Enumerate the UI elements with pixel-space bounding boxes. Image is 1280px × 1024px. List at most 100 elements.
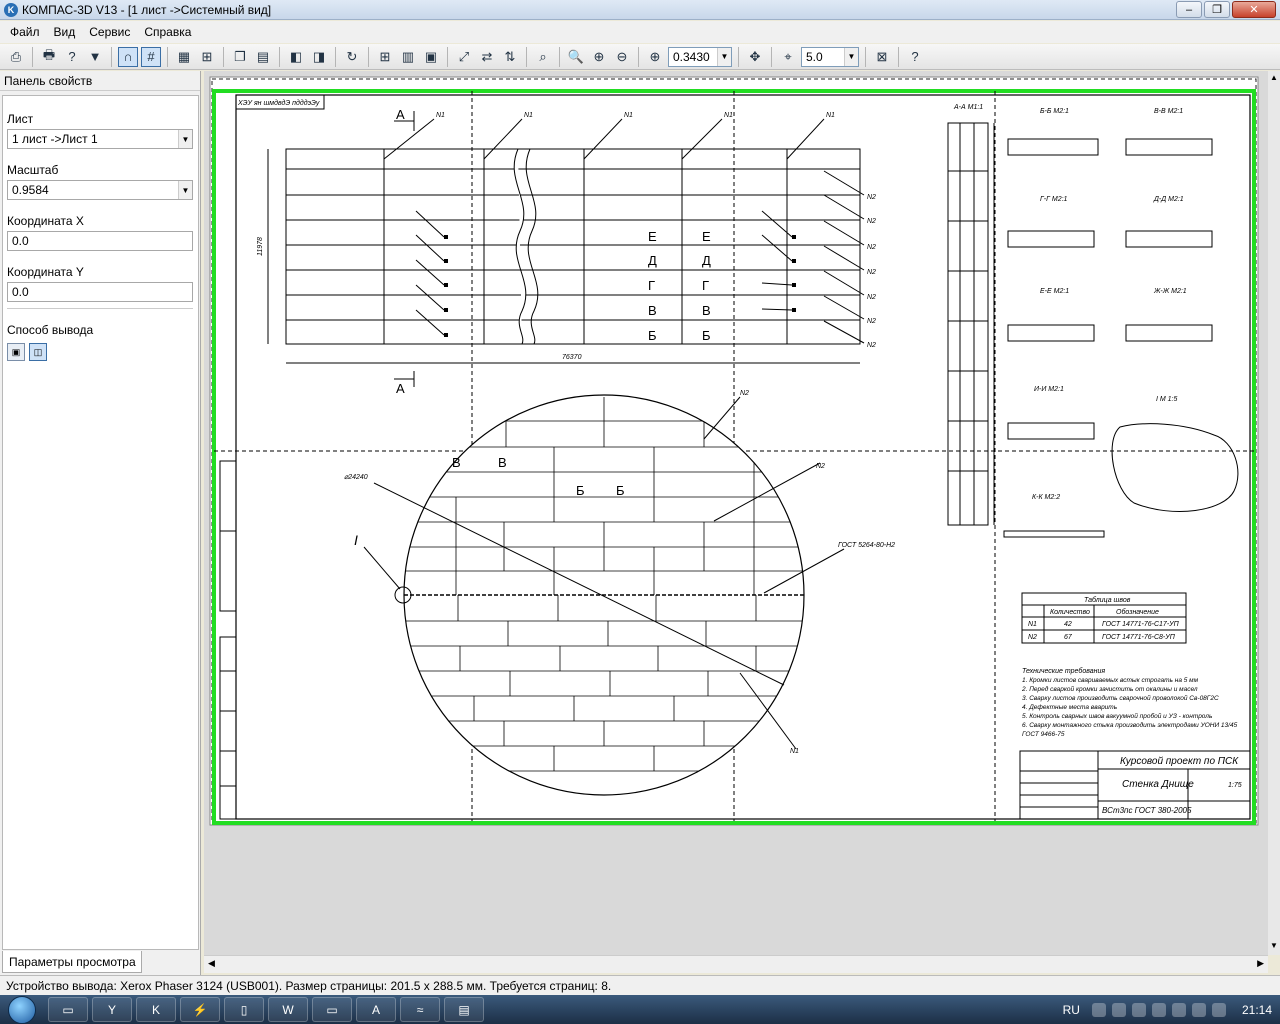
taskbar-app-icon[interactable]: ⚡ — [180, 997, 220, 1022]
network-icon[interactable] — [1171, 1002, 1186, 1017]
tile-icon[interactable]: ▥ — [398, 47, 418, 67]
zoom-in-icon[interactable]: ⊕ — [589, 47, 609, 67]
zoom-combo[interactable]: 0.3430 ▼ — [668, 46, 732, 67]
tray-icon[interactable] — [1091, 1002, 1106, 1017]
pan-icon[interactable]: ✥ — [745, 47, 765, 67]
snap-icon[interactable]: # — [141, 46, 161, 67]
output-mode-1-button[interactable]: ▣ — [7, 343, 25, 361]
taskbar-pdf-icon[interactable]: A — [356, 997, 396, 1022]
drawing-canvas[interactable]: ХЭУ ян шмдвдЭ пдддэЭу 76370 11978 А А N1… — [204, 71, 1268, 955]
taskbar-yandex-icon[interactable]: Y — [92, 997, 132, 1022]
view-params-tab[interactable]: Параметры просмотра — [2, 951, 142, 973]
close-button[interactable]: ✕ — [1232, 1, 1276, 18]
align-icon[interactable]: ⇅ — [500, 47, 520, 67]
zoom-window-icon[interactable]: ⌕ — [533, 47, 553, 67]
scroll-down-icon[interactable]: ▼ — [1269, 941, 1279, 950]
stamp-name: Стенка Днище — [1122, 779, 1194, 790]
zoom-out-icon[interactable]: ⊖ — [612, 47, 632, 67]
menu-view[interactable]: Вид — [54, 25, 76, 39]
magnet-icon[interactable]: ∩ — [118, 46, 138, 67]
chevron-down-icon[interactable]: ▼ — [717, 47, 731, 66]
toolbar: ⎙ 🖶 ? ▼ ∩ # ▦ ⊞ ❐ ▤ ◧ ◨ ↻ ⊞ ▥ ▣ ⤢ ⇄ ⇅ ⌕ … — [0, 44, 1280, 70]
svg-text:Б: Б — [576, 483, 585, 498]
tray-icon[interactable] — [1111, 1002, 1126, 1017]
filter-icon[interactable]: ▼ — [85, 47, 105, 67]
maximize-button[interactable]: ❐ — [1204, 1, 1230, 18]
language-indicator[interactable]: RU — [1063, 1003, 1080, 1017]
zoom-scale-icon[interactable]: ⊕ — [645, 47, 665, 67]
move-pages-icon[interactable]: ⇄ — [477, 47, 497, 67]
print-icon[interactable]: ⎙ — [6, 47, 26, 67]
paste-icon[interactable]: ▤ — [253, 47, 273, 67]
arrange-icon[interactable]: ▦ — [174, 47, 194, 67]
menu-file[interactable]: Файл — [10, 25, 40, 39]
taskbar-kompas-icon[interactable]: K — [136, 997, 176, 1022]
rotate-icon[interactable]: ↻ — [342, 47, 362, 67]
x-label: Координата X — [7, 214, 84, 228]
svg-text:N2: N2 — [867, 269, 876, 276]
corner-label: ХЭУ ян шмдвдЭ пдддэЭу — [237, 99, 320, 107]
page-left-icon[interactable]: ◧ — [286, 47, 306, 67]
tray-icon[interactable] — [1191, 1002, 1206, 1017]
taskbar-window-icon[interactable]: ▭ — [312, 997, 352, 1022]
svg-text:N2: N2 — [867, 244, 876, 251]
svg-text:Обозначение: Обозначение — [1116, 608, 1159, 616]
chevron-down-icon[interactable]: ▼ — [178, 181, 192, 199]
svg-text:В-В М2:1: В-В М2:1 — [1154, 108, 1183, 115]
page-right-icon[interactable]: ◨ — [309, 47, 329, 67]
svg-text:В: В — [648, 303, 657, 318]
taskbar-archive-icon[interactable]: ▤ — [444, 997, 484, 1022]
taskbar-explorer-icon[interactable]: ▭ — [48, 997, 88, 1022]
layout-icon[interactable]: ⊞ — [197, 47, 217, 67]
clock[interactable]: 21:14 — [1242, 1003, 1272, 1017]
start-button[interactable] — [0, 995, 44, 1024]
output-mode-2-button[interactable]: ◫ — [29, 343, 47, 361]
grid-icon[interactable]: ⊞ — [375, 47, 395, 67]
step-combo[interactable]: 5.0 ▼ — [801, 46, 859, 67]
scroll-up-icon[interactable]: ▲ — [1269, 73, 1279, 82]
step-value: 5.0 — [806, 49, 823, 64]
x-field[interactable]: 0.0 — [7, 231, 193, 251]
svg-text:N1: N1 — [724, 112, 733, 119]
chevron-down-icon[interactable]: ▼ — [844, 47, 858, 66]
zoom-all-icon[interactable]: 🔍 — [566, 47, 586, 67]
output-mode-buttons: ▣ ◫ — [7, 343, 194, 361]
scale-select[interactable]: 0.9584 ▼ — [7, 180, 193, 200]
horizontal-scrollbar[interactable]: ◀ ▶ — [204, 955, 1268, 973]
minimize-button[interactable]: – — [1176, 1, 1202, 18]
fit-icon[interactable]: ⤢ — [454, 47, 474, 67]
svg-text:N2: N2 — [867, 342, 876, 349]
status-text: Устройство вывода: Xerox Phaser 3124 (US… — [6, 978, 612, 993]
scroll-left-icon[interactable]: ◀ — [208, 958, 215, 969]
diameter-label: ⌀24240 — [344, 474, 368, 481]
svg-text:N1: N1 — [524, 112, 533, 119]
volume-icon[interactable] — [1151, 1002, 1166, 1017]
sheet-select[interactable]: 1 лист ->Лист 1 ▼ — [7, 129, 193, 149]
svg-text:2. Перед сваркой кромки зачист: 2. Перед сваркой кромки зачистить от ока… — [1021, 685, 1198, 693]
svg-text:N2: N2 — [867, 218, 876, 225]
tile2-icon[interactable]: ▣ — [421, 47, 441, 67]
scroll-right-icon[interactable]: ▶ — [1257, 958, 1264, 969]
svg-text:N2: N2 — [1028, 634, 1037, 641]
printer-settings-icon[interactable]: 🖶 — [39, 47, 59, 67]
vertical-scrollbar[interactable]: ▲ ▼ — [1268, 71, 1280, 955]
copy-icon[interactable]: ❐ — [230, 47, 250, 67]
taskbar-notepad-icon[interactable]: ▯ — [224, 997, 264, 1022]
y-field[interactable]: 0.0 — [7, 282, 193, 302]
taskbar-word-icon[interactable]: W — [268, 997, 308, 1022]
flag-icon[interactable] — [1211, 1002, 1226, 1017]
tray-icon[interactable] — [1131, 1002, 1146, 1017]
step-icon[interactable]: ⌖ — [778, 47, 798, 67]
svg-text:ГОСТ 14771-76-С8-УП: ГОСТ 14771-76-С8-УП — [1102, 634, 1176, 641]
menu-help[interactable]: Справка — [144, 25, 191, 39]
window-title: КОМПАС-3D V13 - [1 лист ->Системный вид] — [22, 2, 272, 17]
context-help-icon[interactable]: ? — [905, 47, 925, 67]
drawing-workarea[interactable]: ХЭУ ян шмдвдЭ пдддэЭу 76370 11978 А А N1… — [204, 71, 1268, 955]
taskbar-kompas2-icon[interactable]: ≈ — [400, 997, 440, 1022]
close-preview-icon[interactable]: ⊠ — [872, 47, 892, 67]
menu-service[interactable]: Сервис — [89, 25, 130, 39]
svg-text:N2: N2 — [740, 390, 749, 397]
help-pointer-icon[interactable]: ? — [62, 47, 82, 67]
cut-a-bottom: А — [396, 381, 405, 396]
chevron-down-icon[interactable]: ▼ — [178, 130, 192, 148]
